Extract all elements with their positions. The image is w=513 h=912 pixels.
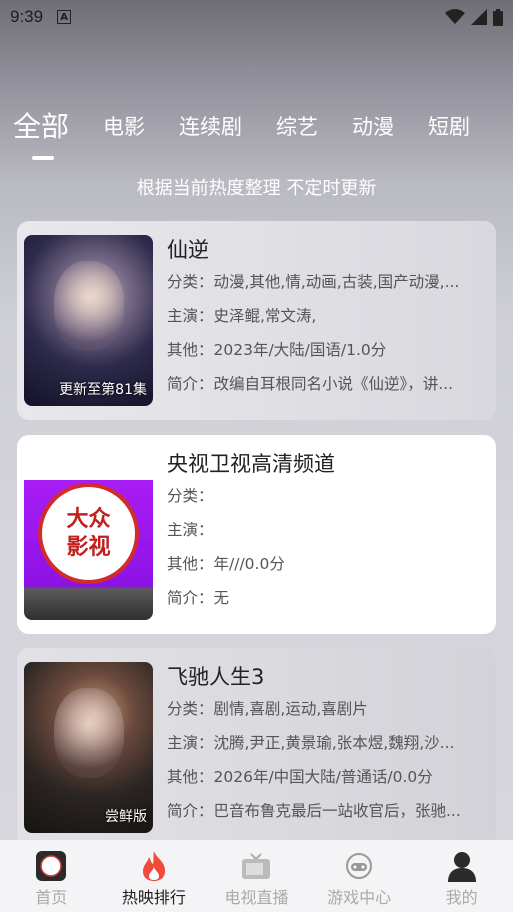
item-category: 分类：动漫,其他,情,动画,古装,国产动漫,... [167, 273, 460, 291]
item-intro: 简介：改编自耳根同名小说《仙逆》，讲... [167, 375, 454, 393]
item-cast: 主演：史泽鲲,常文涛, [167, 307, 317, 325]
wifi-icon [445, 9, 465, 24]
status-time: 9:39 [10, 7, 44, 26]
item-category: 分类： [167, 487, 214, 505]
item-intro: 简介：无 [167, 589, 230, 607]
nav-mine[interactable]: 我的 [410, 840, 513, 912]
item-other: 其他：年///0.0分 [167, 555, 285, 573]
item-cast: 主演：沈腾,尹正,黄景瑜,张本煜,魏翔,沙... [167, 734, 455, 752]
item-category: 分类：剧情,喜剧,运动,喜剧片 [167, 700, 368, 718]
item-info: 仙逆 分类：动漫,其他,情,动画,古装,国产动漫,... 主演：史泽鲲,常文涛,… [167, 235, 488, 406]
tab-movie[interactable]: 电影 [86, 108, 162, 146]
poster-figure [54, 688, 124, 778]
nav-label-game-center: 游戏中心 [327, 888, 392, 907]
item-title: 央视卫视高清频道 [167, 452, 335, 476]
fire-icon [141, 850, 167, 882]
version-badge: 尝鲜版 [105, 809, 147, 825]
poster-image: 大众 影视 [24, 449, 153, 620]
ranking-subtitle: 根据当前热度整理 不定时更新 [136, 178, 377, 199]
category-tabs: 全部 电影 连续剧 综艺 动漫 短剧 [0, 108, 513, 168]
item-title: 仙逆 [167, 238, 209, 262]
nav-label-hot-ranking: 热映排行 [121, 888, 186, 907]
item-other: 其他：2026年/中国大陆/普通话/0.0分 [167, 768, 433, 786]
item-cast: 主演： [167, 521, 214, 539]
item-info: 央视卫视高清频道 分类： 主演： 其他：年///0.0分 简介：无 [167, 449, 488, 620]
nav-label-home: 首页 [35, 888, 68, 907]
nav-home[interactable]: 首页 [0, 840, 103, 912]
user-icon [446, 850, 478, 882]
poster-image: 更新至第81集 [24, 235, 153, 406]
tab-series[interactable]: 连续剧 [162, 108, 259, 146]
nav-game-center[interactable]: 游戏中心 [308, 840, 411, 912]
list-item[interactable]: 尝鲜版 飞驰人生3 分类：剧情,喜剧,运动,喜剧片 主演：沈腾,尹正,黄景瑜,张… [17, 648, 496, 847]
status-bar: 9:39 A [0, 0, 513, 34]
list-item[interactable]: 更新至第81集 仙逆 分类：动漫,其他,情,动画,古装,国产动漫,... 主演：… [17, 221, 496, 420]
list-item[interactable]: 大众 影视 央视卫视高清频道 分类： 主演： 其他：年///0.0分 简介：无 [17, 435, 496, 634]
battery-icon [493, 8, 503, 26]
episode-badge: 更新至第81集 [59, 382, 147, 398]
tv-icon [241, 850, 271, 882]
bottom-nav: 首页 热映排行 电视直播 游戏中心 我的 [0, 840, 513, 912]
nav-tv-live[interactable]: 电视直播 [205, 840, 308, 912]
item-other: 其他：2023年/大陆/国语/1.0分 [167, 341, 387, 359]
poster-image: 尝鲜版 [24, 662, 153, 833]
app-logo-icon [35, 850, 67, 882]
logo-line1: 大众 [66, 506, 111, 532]
tab-anime[interactable]: 动漫 [335, 108, 411, 146]
item-title: 飞驰人生3 [167, 665, 265, 689]
tab-short-drama[interactable]: 短剧 [411, 108, 487, 146]
logo-line2: 影视 [66, 533, 111, 560]
signal-icon [471, 9, 487, 25]
item-info: 飞驰人生3 分类：剧情,喜剧,运动,喜剧片 主演：沈腾,尹正,黄景瑜,张本煜,魏… [167, 662, 488, 833]
nav-hot-ranking[interactable]: 热映排行 [103, 840, 206, 912]
item-intro: 简介：巴音布鲁克最后一站收官后，张驰... [167, 802, 461, 820]
app-logo-seal: 大众 影视 [38, 483, 139, 584]
gamepad-icon [345, 850, 373, 882]
status-icons [445, 8, 503, 26]
tab-variety[interactable]: 综艺 [259, 108, 335, 146]
poster-figure [54, 261, 124, 351]
nav-label-mine: 我的 [445, 888, 478, 907]
notification-icon: A [57, 10, 72, 24]
tab-all[interactable]: 全部 [0, 108, 86, 146]
nav-label-tv-live: 电视直播 [224, 888, 289, 907]
